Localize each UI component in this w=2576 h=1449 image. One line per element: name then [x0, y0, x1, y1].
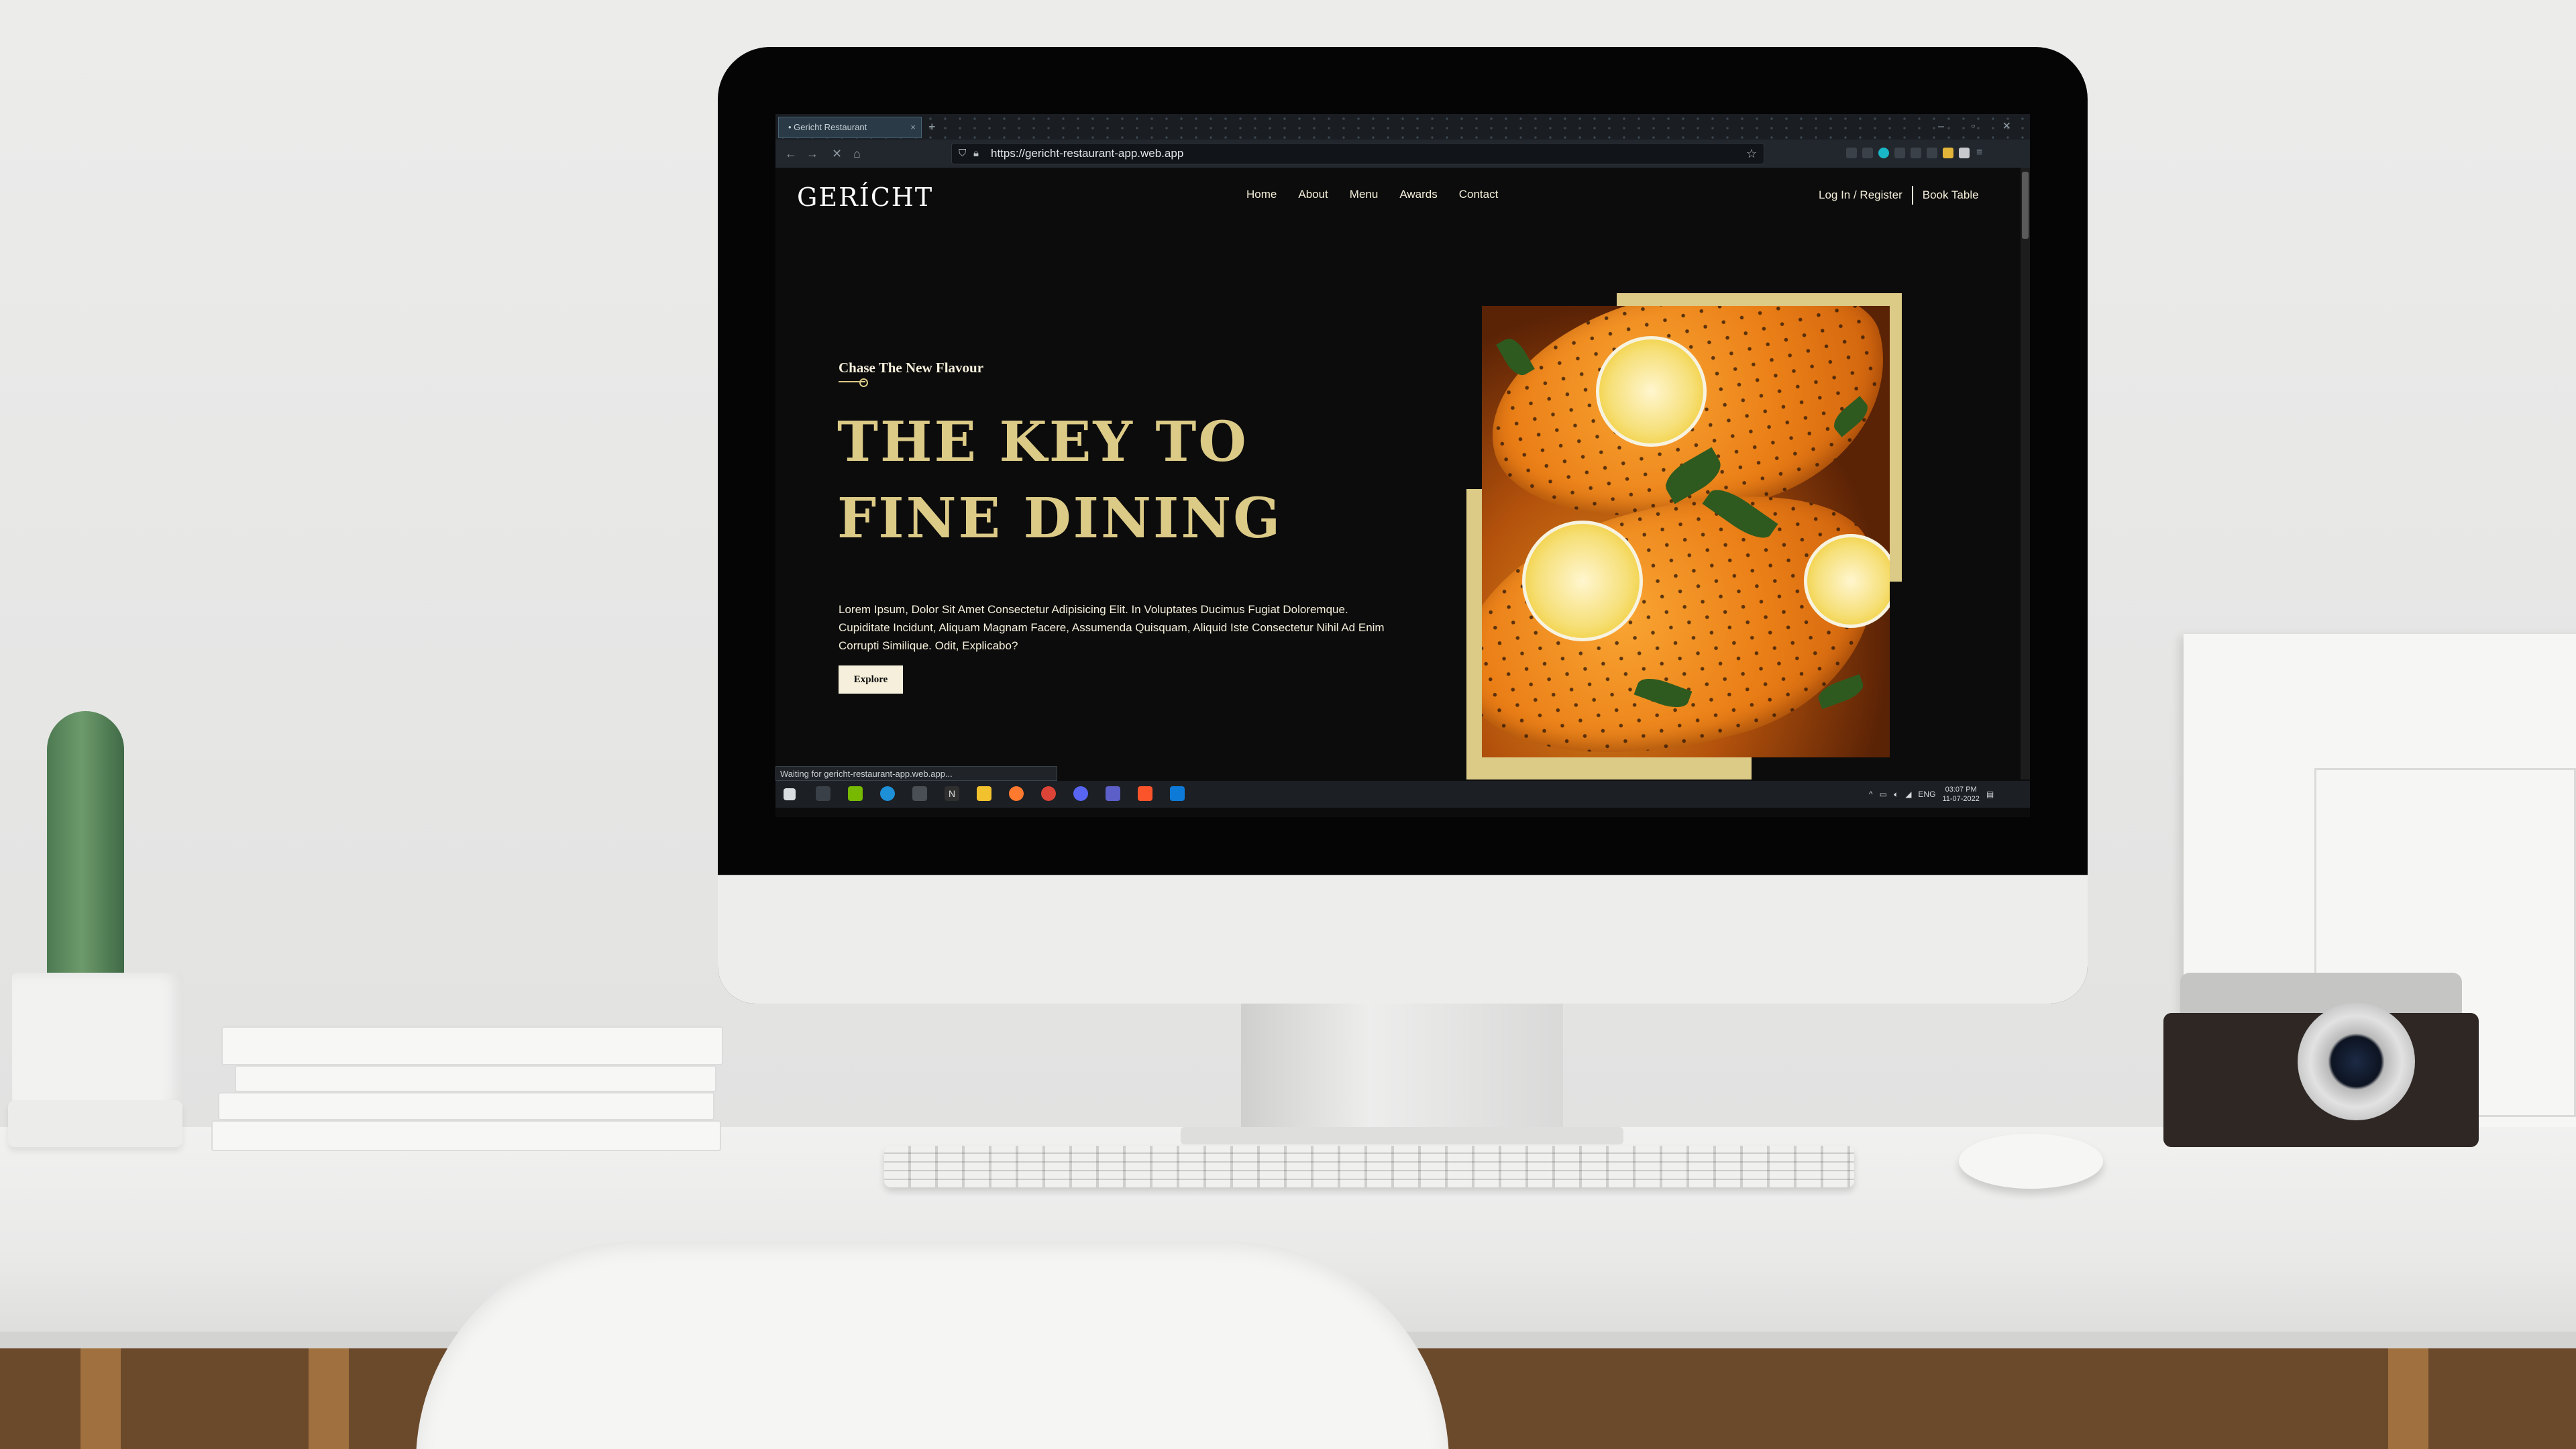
battery-icon[interactable]: ▭ — [1880, 790, 1887, 799]
chair — [416, 1241, 1449, 1449]
tray-chevron-icon[interactable]: ^ — [1869, 790, 1873, 799]
monitor-stand-base — [1181, 1127, 1623, 1144]
shield-icon[interactable]: ⛉ — [959, 144, 966, 164]
clock-time: 03:07 PM — [1945, 786, 1977, 794]
hero-subtitle: Chase The New Flavour — [839, 360, 984, 376]
scrollbar-thumb[interactable] — [2022, 172, 2029, 239]
discord-icon[interactable] — [1073, 786, 1088, 801]
notion-icon[interactable]: N — [945, 786, 959, 801]
auth-links: Log In / Register Book Table — [1819, 185, 1979, 205]
window-controls[interactable]: – ▫ ✕ — [1938, 117, 2023, 137]
tab-close-icon[interactable]: × — [910, 117, 916, 138]
task-view-icon[interactable] — [816, 786, 830, 801]
extension-icon[interactable] — [1878, 148, 1889, 158]
hero-food-image — [1482, 306, 1890, 757]
nav-link-contact[interactable]: Contact — [1459, 188, 1499, 201]
monitor-chin — [718, 875, 2088, 1004]
book — [221, 1026, 723, 1065]
system-tray: ^ ▭ 🔈︎ ◢ ENG 03:07 PM 11-07-2022 ▤ — [1869, 781, 1994, 808]
bookmark-star-icon[interactable]: ☆ — [1746, 144, 1757, 164]
extension-icon[interactable] — [1959, 148, 1970, 158]
os-taskbar: N ^ ▭ 🔈︎ ◢ ENG 03:07 PM 11-07-2022 ▤ — [775, 781, 2030, 808]
scrollbar[interactable] — [2021, 168, 2030, 780]
library-icon[interactable] — [1862, 148, 1873, 158]
extension-icon[interactable] — [1927, 148, 1937, 158]
back-arrow-icon[interactable]: ← — [785, 145, 797, 162]
chrome-icon[interactable] — [1041, 786, 1056, 801]
extension-icon[interactable] — [1894, 148, 1905, 158]
address-bar[interactable]: ⛉ 🔒︎ https://gericht-restaurant-app.web.… — [951, 143, 1764, 164]
url-text[interactable]: https://gericht-restaurant-app.web.app — [991, 144, 1183, 164]
hero-paragraph: Lorem Ipsum, Dolor Sit Amet Consectetur … — [839, 603, 1385, 652]
wifi-icon[interactable]: ◢ — [1905, 790, 1911, 799]
site-nav: Home About Menu Awards Contact — [1246, 188, 1498, 201]
book — [235, 1065, 716, 1092]
lock-icon[interactable]: 🔒︎ — [973, 144, 979, 164]
home-icon[interactable]: ⌂ — [853, 145, 861, 162]
teams-icon[interactable] — [1106, 786, 1120, 801]
menu-hamburger-icon[interactable]: ≡ — [1976, 148, 1987, 158]
forward-arrow-icon[interactable]: → — [806, 145, 818, 162]
explore-button[interactable]: Explore — [839, 665, 903, 694]
browser-tab[interactable]: • Gericht Restaurant × — [778, 117, 922, 138]
desk-leg — [2388, 1348, 2428, 1449]
extension-icon[interactable] — [1911, 148, 1921, 158]
nvidia-icon[interactable] — [848, 786, 863, 801]
nav-link-menu[interactable]: Menu — [1350, 188, 1379, 201]
lemon-slice — [1804, 534, 1890, 628]
desk-leg — [80, 1348, 121, 1449]
monitor: • Gericht Restaurant × + – ▫ ✕ ← → ✕ ⌂ ⛉… — [718, 47, 2088, 1004]
file-explorer-icon[interactable] — [977, 786, 991, 801]
hero-headline: THE KEY TO FINE DINING — [837, 410, 1283, 551]
language-indicator[interactable]: ENG — [1918, 790, 1935, 799]
new-tab-icon[interactable]: + — [928, 117, 936, 137]
browser-status-text: Waiting for gericht-restaurant-app.web.a… — [775, 766, 1057, 781]
monitor-stand — [1241, 993, 1563, 1134]
terminal-icon[interactable] — [912, 786, 927, 801]
plant-saucer — [8, 1100, 182, 1147]
browser-tab-bar: • Gericht Restaurant × + – ▫ ✕ — [775, 114, 2030, 140]
extension-icon[interactable] — [1943, 148, 1953, 158]
lemon-slice — [1596, 336, 1707, 447]
keyboard — [884, 1146, 1854, 1187]
vscode-icon[interactable] — [1170, 786, 1185, 801]
browser-toolbar: ← → ✕ ⌂ ⛉ 🔒︎ https://gericht-restaurant-… — [775, 140, 2030, 168]
nav-link-home[interactable]: Home — [1246, 188, 1277, 201]
stop-loading-icon[interactable]: ✕ — [832, 145, 842, 162]
nav-link-awards[interactable]: Awards — [1399, 188, 1437, 201]
screen: • Gericht Restaurant × + – ▫ ✕ ← → ✕ ⌂ ⛉… — [775, 114, 2030, 817]
book — [211, 1120, 721, 1151]
lemon-slice — [1522, 521, 1643, 641]
clock-date: 11-07-2022 — [1942, 795, 1980, 803]
camera-lens — [2298, 1003, 2415, 1120]
pocket-icon[interactable] — [1846, 148, 1857, 158]
windows-start-icon[interactable] — [784, 788, 796, 800]
divider — [1911, 186, 1913, 205]
edge-icon[interactable] — [880, 786, 895, 801]
clock[interactable]: 03:07 PM 11-07-2022 — [1942, 785, 1979, 804]
spoon-icon — [839, 378, 868, 387]
book — [218, 1092, 714, 1120]
nav-link-about[interactable]: About — [1298, 188, 1328, 201]
firefox-icon[interactable] — [1009, 786, 1024, 801]
plant-pot — [12, 973, 183, 1117]
volume-icon[interactable]: 🔈︎ — [1894, 790, 1898, 800]
website: GERÍCHT Home About Menu Awards Contact L… — [775, 168, 2021, 780]
desk-leg — [309, 1348, 349, 1449]
login-register-link[interactable]: Log In / Register — [1819, 189, 1902, 202]
book-table-link[interactable]: Book Table — [1923, 189, 1979, 202]
mouse — [1959, 1134, 2103, 1189]
notification-icon[interactable]: ▤ — [1986, 790, 1994, 799]
brave-icon[interactable] — [1138, 786, 1152, 801]
site-logo[interactable]: GERÍCHT — [797, 182, 933, 212]
cactus-plant — [47, 711, 124, 976]
tab-title: • Gericht Restaurant — [788, 122, 867, 132]
